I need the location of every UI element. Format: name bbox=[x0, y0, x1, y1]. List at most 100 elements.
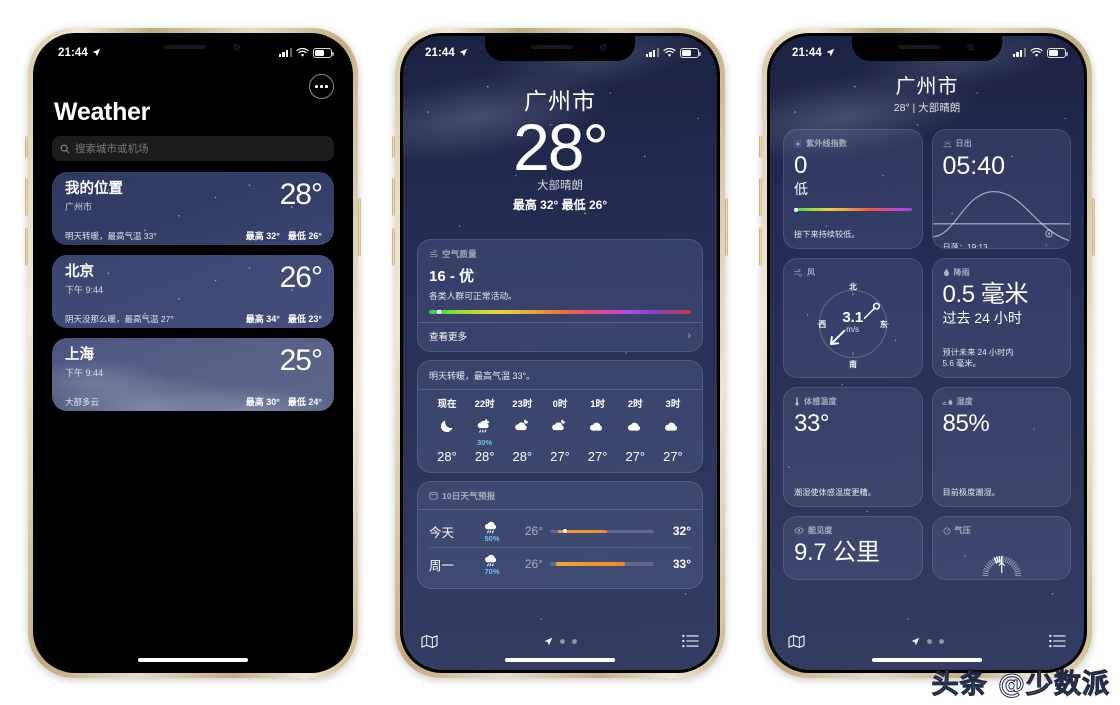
location-arrow-icon bbox=[826, 48, 835, 57]
search-input[interactable]: 搜索城市或机场 bbox=[52, 136, 334, 161]
visibility-header: 能见度 bbox=[794, 525, 912, 536]
city-subtitle: 下午 9:44 bbox=[65, 285, 104, 296]
city-temperature: 25° bbox=[279, 344, 323, 377]
hourly-summary: 明天转暖，最高气温 33°。 bbox=[429, 371, 536, 382]
uv-index-scale bbox=[793, 207, 912, 212]
eye-icon bbox=[794, 527, 804, 534]
list-bullet-icon[interactable] bbox=[682, 634, 699, 648]
sunset-footnote: 日落：19:13 bbox=[942, 242, 988, 249]
map-icon[interactable] bbox=[421, 634, 438, 649]
hour-item: 22时 30% 28° bbox=[468, 396, 502, 464]
day-high: 33° bbox=[672, 557, 691, 572]
wind-widget[interactable]: 风 北 南 东 西 3.1 m/s bbox=[783, 258, 923, 378]
hour-item: 现在 28° bbox=[430, 396, 464, 464]
home-indicator[interactable] bbox=[505, 657, 615, 662]
ellipsis-dot bbox=[324, 85, 328, 88]
page-dot[interactable] bbox=[559, 638, 565, 644]
city-card[interactable]: 北京 下午 9:44 26° 阴天没那么暖，最高气温 27° 最高 34° 最低… bbox=[52, 255, 334, 328]
page-indicator[interactable] bbox=[911, 637, 944, 646]
city-card[interactable]: 我的位置 广州市 28° 明天转暖，最高气温 33° 最高 32° 最低 26° bbox=[52, 172, 334, 245]
city-high: 最高 32° bbox=[245, 231, 280, 242]
status-bar: 21:44 bbox=[403, 36, 717, 63]
city-subtitle: 下午 9:44 bbox=[65, 368, 104, 379]
page-dot[interactable] bbox=[571, 638, 577, 644]
feels-like-value: 33° bbox=[794, 410, 830, 437]
cloud-icon bbox=[588, 415, 607, 437]
day-high: 32° bbox=[672, 524, 691, 539]
phone3-screen: 21:44 广州市 28° | 大部晴朗 紫外线指数 0 低 接下来持续较低。 … bbox=[770, 36, 1084, 670]
city-low: 最低 24° bbox=[287, 397, 322, 408]
gauge-icon bbox=[943, 527, 950, 534]
search-placeholder: 搜索城市或机场 bbox=[75, 143, 149, 155]
feels-like-widget[interactable]: 体感温度 33° 潮湿使体感温度更糟。 bbox=[783, 387, 923, 507]
list-bullet-icon[interactable] bbox=[1049, 634, 1066, 648]
ellipsis-dot bbox=[320, 85, 323, 88]
hour-label: 3时 bbox=[665, 398, 681, 410]
calendar-icon bbox=[429, 492, 438, 500]
wifi-icon bbox=[1030, 47, 1043, 57]
battery-icon bbox=[680, 47, 701, 58]
divider bbox=[418, 389, 702, 390]
pressure-widget[interactable]: 气压 bbox=[931, 516, 1071, 580]
hour-label: 现在 bbox=[437, 398, 457, 410]
page-dot[interactable] bbox=[926, 638, 932, 644]
city-high: 最高 34° bbox=[245, 314, 280, 325]
hour-label: 22时 bbox=[474, 398, 495, 410]
daily-forecast-card[interactable]: 10日天气预报 今天 50% 26° 32° 周一 70% 26° 33° bbox=[417, 480, 703, 590]
air-quality-more-row[interactable]: 查看更多 › bbox=[429, 322, 691, 343]
map-icon[interactable] bbox=[788, 634, 805, 649]
city-name: 北京 bbox=[65, 264, 94, 280]
svg-text:南: 南 bbox=[849, 359, 857, 369]
hour-temperature: 27° bbox=[587, 448, 608, 464]
location-arrow-icon bbox=[92, 48, 101, 57]
hour-temperature: 27° bbox=[663, 448, 683, 464]
hour-label: 2时 bbox=[627, 398, 643, 410]
city-description: 大部多云 bbox=[65, 397, 100, 408]
uv-index-value: 0 bbox=[794, 152, 807, 179]
hour-item: 2时 27° bbox=[618, 396, 652, 464]
partly-cloudy-moon-icon bbox=[513, 415, 532, 437]
sunrise-widget[interactable]: 日出 05:40 日落：19:13 bbox=[931, 129, 1071, 249]
page-indicator[interactable] bbox=[544, 637, 577, 646]
cellular-signal-icon bbox=[1012, 48, 1026, 57]
city-temperature: 28° bbox=[279, 178, 323, 211]
pressure-gauge bbox=[943, 536, 1061, 577]
humidity-widget[interactable]: 湿度 85% 目前极度潮湿。 bbox=[931, 387, 1071, 507]
cloud-icon bbox=[663, 415, 682, 437]
rainfall-widget[interactable]: 降雨 0.5 毫米 过去 24 小时 预计未来 24 小时内 5.6 毫米。 bbox=[931, 258, 1071, 378]
hour-item: 3时 27° bbox=[656, 396, 690, 464]
feels-like-header: 体感温度 bbox=[794, 396, 912, 407]
home-indicator[interactable] bbox=[138, 657, 248, 662]
air-quality-card[interactable]: 空气质量 16 - 优 各类人群可正常活动。 查看更多 › bbox=[417, 239, 703, 353]
phone-bezel: 21:44 bbox=[767, 33, 1087, 673]
city-card[interactable]: 上海 下午 9:44 25° 大部多云 最高 30° 最低 24° bbox=[52, 338, 334, 411]
visibility-widget[interactable]: 能见度 9.7 公里 bbox=[783, 516, 923, 580]
status-bar: 21:44 bbox=[770, 36, 1084, 63]
humidity-label: 湿度 bbox=[956, 397, 973, 406]
hour-item: 0时 27° bbox=[543, 396, 577, 464]
detail-widget-grid: 紫外线指数 0 低 接下来持续较低。 日出 05:40 日落：19:13 风 北… bbox=[770, 115, 1084, 580]
day-temperature-range bbox=[550, 562, 654, 566]
hourly-forecast-card[interactable]: 明天转暖，最高气温 33°。 现在 28° 22时 30% 28° 23时 28… bbox=[417, 360, 703, 473]
air-quality-label: 空气质量 bbox=[442, 249, 477, 260]
feels-like-footnote: 潮湿使体感温度更糟。 bbox=[794, 488, 876, 497]
city-name: 上海 bbox=[65, 347, 94, 363]
humidity-header: 湿度 bbox=[942, 396, 1061, 407]
phone-bezel: 21:44 bbox=[400, 33, 720, 673]
phone2-content: 广州市 28° 大部晴朗 最高 32° 最低 26° 空气质量 16 - 优 各… bbox=[403, 36, 717, 590]
air-quality-description: 各类人群可正常活动。 bbox=[429, 291, 517, 302]
hour-temperature: 28° bbox=[474, 448, 495, 464]
phone-bezel: 21:44 bbox=[33, 33, 353, 673]
day-name: 周一 bbox=[429, 558, 455, 573]
uv-index-widget[interactable]: 紫外线指数 0 低 接下来持续较低。 bbox=[783, 129, 923, 249]
visibility-value: 9.7 公里 bbox=[794, 539, 880, 566]
sun-max-icon bbox=[794, 139, 802, 148]
uv-index-header: 紫外线指数 bbox=[794, 138, 912, 149]
page-dot[interactable] bbox=[938, 638, 944, 644]
location-arrow-icon bbox=[544, 637, 552, 645]
more-options-button[interactable] bbox=[309, 74, 334, 99]
hour-precip: 30% bbox=[477, 437, 493, 447]
city-list: 我的位置 广州市 28° 明天转暖，最高气温 33° 最高 32° 最低 26° bbox=[36, 172, 350, 411]
rain-cloud-icon: 70% bbox=[471, 553, 513, 576]
air-quality-icon bbox=[430, 249, 438, 258]
